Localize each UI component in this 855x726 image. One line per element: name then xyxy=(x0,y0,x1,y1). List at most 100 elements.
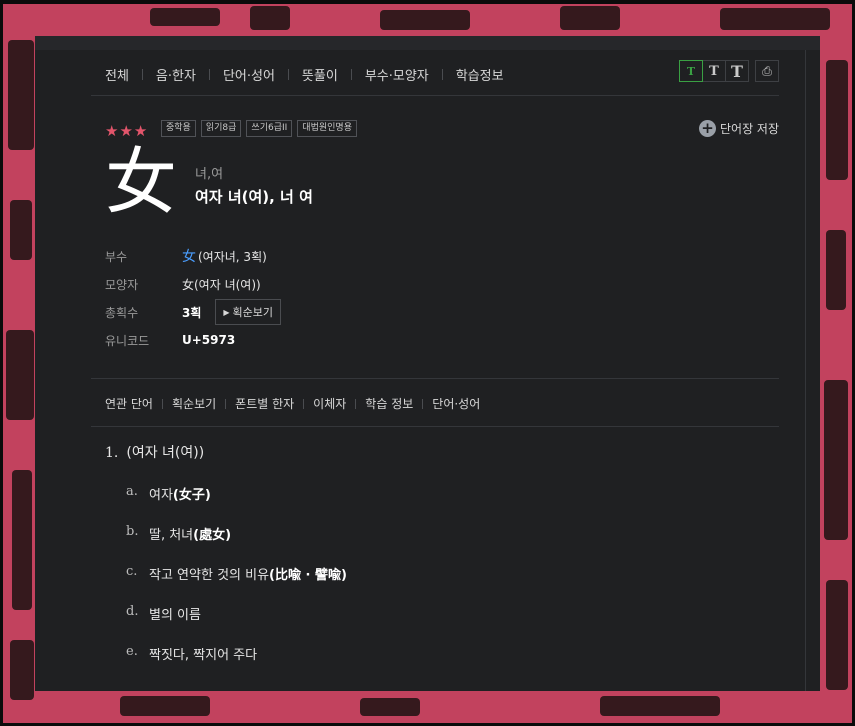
definition-item: b. 딸, 처녀(處女) xyxy=(126,524,347,564)
panel-top-strip xyxy=(35,36,820,50)
section-navigation: 연관 단어 획순보기 폰트별 한자 이체자 학습 정보 단어·성어 xyxy=(105,395,480,412)
dictionary-panel: 전체 음·한자 단어·성어 뜻풀이 부수·모양자 학습정보 T T T ⎙ ★★… xyxy=(35,36,820,691)
character-info: 부수 女 (여자녀, 3획) 모양자 女(여자 녀(여)) 총획수 3획 ▶ 획순… xyxy=(105,242,282,354)
calligraphy-stroke xyxy=(826,230,846,310)
hanja-meaning: 여자 녀(여), 너 여 xyxy=(195,188,313,206)
section-variants[interactable]: 이체자 xyxy=(313,395,346,412)
plus-circle-icon: + xyxy=(698,120,716,137)
print-icon[interactable]: ⎙ xyxy=(755,60,779,82)
tab-sound-hanja[interactable]: 음·한자 xyxy=(156,65,196,84)
calligraphy-stroke xyxy=(120,696,210,716)
calligraphy-stroke xyxy=(10,200,32,260)
info-row-unicode: 유니코드 U+5973 xyxy=(105,326,281,354)
font-size-large-button[interactable]: T xyxy=(725,60,749,82)
strokes-label: 총획수 xyxy=(105,305,139,320)
unicode-value: U+5973 xyxy=(182,333,236,347)
nav-divider xyxy=(287,68,289,80)
definition-list: a. 여자(女子) b. 딸, 처녀(處女) c. 작고 연약한 것의 비유(比… xyxy=(126,484,347,684)
definition-item: c. 작고 연약한 것의 비유(比喩 · 譬喩) xyxy=(126,564,347,604)
shape-label: 모양자 xyxy=(105,277,139,292)
definition-head-text: (여자 녀(여)) xyxy=(126,445,205,461)
item-text-wrap: 작고 연약한 것의 비유(比喩 · 譬喩) xyxy=(149,564,347,583)
unicode-value-wrap: U+5973 xyxy=(182,333,235,347)
section-related-words[interactable]: 연관 단어 xyxy=(105,395,153,412)
info-row-radical: 부수 女 (여자녀, 3획) xyxy=(105,242,281,270)
divider xyxy=(91,426,779,427)
nav-divider xyxy=(225,398,227,409)
info-row-strokes: 총획수 3획 ▶ 획순보기 xyxy=(105,298,282,326)
item-text: 여자 xyxy=(149,488,173,503)
strokes-value-wrap: 3획 xyxy=(182,304,201,321)
item-hanja: (處女) xyxy=(193,528,232,543)
radical-label: 부수 xyxy=(105,249,128,264)
definition-item: e. 짝짓다, 짝지어 주다 xyxy=(126,644,347,684)
calligraphy-stroke xyxy=(824,380,848,540)
calligraphy-stroke xyxy=(720,8,830,30)
unicode-label: 유니코드 xyxy=(105,333,150,348)
stroke-order-button[interactable]: ▶ 획순보기 xyxy=(215,299,282,325)
divider xyxy=(91,378,779,379)
frame-border xyxy=(0,0,3,726)
info-row-shape: 모양자 女(여자 녀(여)) xyxy=(105,270,281,298)
radical-desc: (여자녀, 3획) xyxy=(198,250,267,264)
nav-divider xyxy=(355,398,357,409)
tab-radical-shape[interactable]: 부수·모양자 xyxy=(365,65,429,84)
hanja-reading: 녀,여 xyxy=(195,167,224,182)
item-text: 별의 이름 xyxy=(149,608,201,623)
tab-definitions[interactable]: 뜻풀이 xyxy=(302,65,338,84)
importance-stars: ★★★ xyxy=(105,122,149,140)
level-badges: 중학용 읽기8급 쓰기6급II 대법원인명용 xyxy=(161,120,362,137)
calligraphy-stroke xyxy=(150,8,220,26)
strokes-value: 3획 xyxy=(182,305,202,320)
section-study-info[interactable]: 학습 정보 xyxy=(365,395,413,412)
item-text-wrap: 짝짓다, 짝지어 주다 xyxy=(149,644,257,663)
radical-link[interactable]: 女 xyxy=(182,249,196,265)
nav-divider xyxy=(208,68,210,80)
item-letter: d. xyxy=(126,604,139,619)
section-words-idioms[interactable]: 단어·성어 xyxy=(432,395,480,412)
nav-divider xyxy=(422,398,424,409)
item-hanja: (女子) xyxy=(172,488,211,503)
item-letter: c. xyxy=(126,564,138,579)
calligraphy-stroke xyxy=(6,330,34,420)
badge-name-use: 대법원인명용 xyxy=(297,120,357,137)
scrollbar-track[interactable] xyxy=(805,50,806,691)
nav-divider xyxy=(161,398,163,409)
calligraphy-stroke xyxy=(380,10,470,30)
definition-item: d. 별의 이름 xyxy=(126,604,347,644)
item-letter: a. xyxy=(126,484,138,499)
calligraphy-stroke xyxy=(560,6,620,30)
top-navigation: 전체 음·한자 단어·성어 뜻풀이 부수·모양자 학습정보 xyxy=(105,64,504,84)
calligraphy-stroke xyxy=(826,580,848,690)
section-stroke-order[interactable]: 획순보기 xyxy=(172,395,216,412)
item-hanja: (比喩 · 譬喩) xyxy=(269,568,347,583)
item-text-wrap: 여자(女子) xyxy=(149,484,211,503)
tab-words-idioms[interactable]: 단어·성어 xyxy=(223,65,275,84)
nav-divider xyxy=(141,68,143,80)
hanja-character: 女 xyxy=(105,140,178,224)
definition-heading: 1. (여자 녀(여)) xyxy=(105,442,204,462)
font-size-small-button[interactable]: T xyxy=(679,60,703,82)
save-to-wordbook-button[interactable]: + 단어장 저장 xyxy=(698,120,779,137)
item-text-wrap: 딸, 처녀(處女) xyxy=(149,524,231,543)
view-tools: T T T ⎙ xyxy=(679,60,779,82)
calligraphy-stroke xyxy=(826,60,848,180)
item-text: 짝짓다, 짝지어 주다 xyxy=(149,648,258,663)
definition-item: a. 여자(女子) xyxy=(126,484,347,524)
save-label: 단어장 저장 xyxy=(719,122,779,136)
calligraphy-stroke xyxy=(12,470,32,610)
calligraphy-stroke xyxy=(600,696,720,716)
badge-writing-level: 쓰기6급II xyxy=(246,120,293,137)
tab-all[interactable]: 전체 xyxy=(105,65,129,84)
section-font-hanja[interactable]: 폰트별 한자 xyxy=(235,395,294,412)
item-text-wrap: 별의 이름 xyxy=(149,604,201,623)
item-letter: b. xyxy=(126,524,139,539)
tab-study-info[interactable]: 학습정보 xyxy=(456,65,504,84)
nav-divider xyxy=(303,398,305,409)
item-text: 딸, 처녀 xyxy=(149,528,194,543)
divider xyxy=(91,95,779,96)
stroke-order-label: 획순보기 xyxy=(232,306,274,319)
radical-value: 女 (여자녀, 3획) xyxy=(182,246,267,266)
font-size-medium-button[interactable]: T xyxy=(702,60,726,82)
definition-number: 1. xyxy=(105,445,119,461)
